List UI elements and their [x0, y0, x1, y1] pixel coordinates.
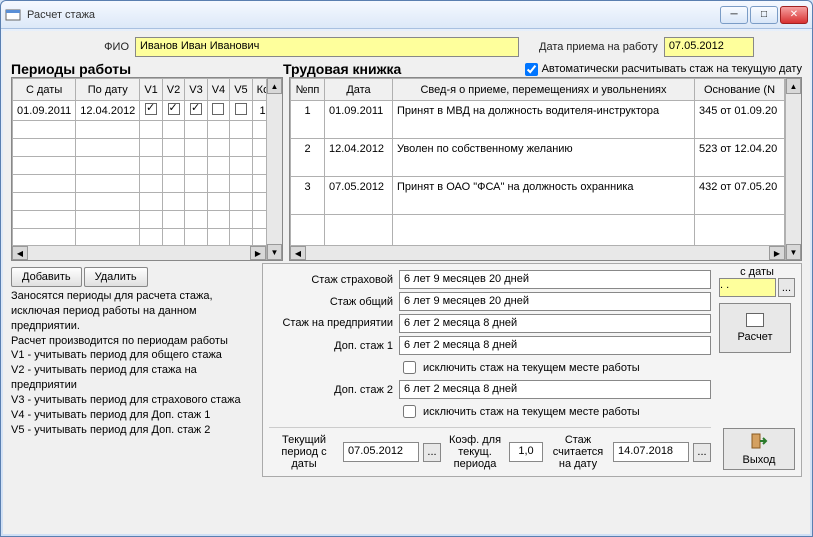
hire-date-label: Дата приема на работу [539, 41, 658, 53]
scroll-down-icon[interactable]: ▼ [786, 244, 801, 260]
current-period-picker[interactable]: ... [423, 443, 441, 462]
add1-label: Доп. стаж 1 [269, 340, 393, 352]
checkbox-icon [145, 103, 157, 115]
company-field[interactable]: 6 лет 2 месяца 8 дней [399, 314, 711, 333]
scrollbar-vertical[interactable]: ▲ ▼ [266, 78, 282, 260]
col-from[interactable]: С даты [13, 79, 76, 101]
sdate-label: с даты [719, 266, 795, 278]
calc-button[interactable]: Расчет [719, 303, 791, 353]
scroll-left-icon[interactable]: ◀ [12, 246, 28, 260]
col-info[interactable]: Свед-я о приеме, перемещениях и увольнен… [393, 79, 695, 101]
help-text: Заносятся периоды для расчета стажа, иск… [11, 289, 256, 437]
add2-label: Доп. стаж 2 [269, 384, 393, 396]
scrollbar-horizontal[interactable]: ◀ ▶ [290, 245, 785, 260]
col-v2[interactable]: V2 [162, 79, 184, 101]
checkbox-icon [168, 103, 180, 115]
col-date[interactable]: Дата [325, 79, 393, 101]
auto-calc-input[interactable] [525, 63, 538, 76]
minimize-button[interactable]: ─ [720, 6, 748, 24]
calc-icon [746, 313, 764, 327]
exclude1-checkbox[interactable]: исключить стаж на текущем месте работы [399, 358, 711, 377]
delete-button[interactable]: Удалить [84, 267, 148, 287]
scroll-left-icon[interactable]: ◀ [290, 246, 306, 260]
maximize-button[interactable]: □ [750, 6, 778, 24]
current-coef-label: Коэф. для текущ. периода [445, 434, 505, 470]
table-row[interactable] [13, 211, 267, 229]
periods-table: С даты По дату V1 V2 V3 V4 V5 Коэф 01.09… [12, 78, 266, 245]
periods-table-wrap: С даты По дату V1 V2 V3 V4 V5 Коэф 01.09… [11, 77, 283, 261]
table-row[interactable] [13, 157, 267, 175]
sdate-picker-button[interactable]: ... [778, 278, 795, 297]
client-area: ФИО Иванов Иван Иванович Дата приема на … [3, 31, 810, 534]
sdate-field[interactable]: . . [719, 278, 776, 297]
scroll-up-icon[interactable]: ▲ [267, 78, 282, 94]
table-row[interactable]: 3 07.05.2012 Принят в ОАО "ФСА" на должн… [291, 177, 785, 215]
calc-on-picker[interactable]: ... [693, 443, 711, 462]
table-row[interactable] [13, 175, 267, 193]
insurance-label: Стаж страховой [269, 274, 393, 286]
close-button[interactable]: ✕ [780, 6, 808, 24]
table-row[interactable] [13, 121, 267, 139]
checkbox-icon [190, 103, 202, 115]
table-row[interactable]: 1 01.09.2011 Принят в МВД на должность в… [291, 101, 785, 139]
fio-field[interactable]: Иванов Иван Иванович [135, 37, 519, 57]
table-row[interactable]: 2 12.04.2012 Уволен по собственному жела… [291, 139, 785, 177]
fio-label: ФИО [11, 41, 129, 53]
scroll-right-icon[interactable]: ▶ [769, 246, 785, 260]
scrollbar-vertical[interactable]: ▲ ▼ [785, 78, 801, 260]
checkbox-icon [235, 103, 247, 115]
workbook-title: Трудовая книжка [283, 61, 401, 77]
checkbox-icon [212, 103, 224, 115]
periods-title: Периоды работы [11, 61, 283, 77]
calc-on-field[interactable]: 14.07.2018 [613, 442, 689, 462]
app-window: Расчет стажа ─ □ ✕ ФИО Иванов Иван Ивано… [0, 0, 813, 537]
add-button[interactable]: Добавить [11, 267, 82, 287]
results-panel: с даты . . ... Расчет Стаж страховой 6 л… [262, 263, 802, 477]
bottom-left-panel: Добавить Удалить Заносятся периоды для р… [11, 263, 256, 477]
workbook-table: №пп Дата Свед-я о приеме, перемещениях и… [290, 78, 785, 245]
workbook-panel: №пп Дата Свед-я о приеме, перемещениях и… [289, 77, 802, 261]
exit-icon [750, 433, 768, 452]
auto-calc-checkbox[interactable]: Автоматически расчитывать стаж на текущу… [525, 63, 802, 76]
col-basis[interactable]: Основание (N [695, 79, 785, 101]
scroll-up-icon[interactable]: ▲ [786, 78, 801, 94]
titlebar: Расчет стажа ─ □ ✕ [1, 1, 812, 29]
auto-calc-label: Автоматически расчитывать стаж на текущу… [542, 63, 802, 75]
app-icon [5, 7, 21, 23]
col-v1[interactable]: V1 [140, 79, 162, 101]
add2-field[interactable]: 6 лет 2 месяца 8 дней [399, 380, 711, 399]
scroll-down-icon[interactable]: ▼ [267, 244, 282, 260]
table-row[interactable]: 01.09.2011 12.04.2012 1,00 [13, 101, 267, 121]
add1-field[interactable]: 6 лет 2 месяца 8 дней [399, 336, 711, 355]
insurance-field[interactable]: 6 лет 9 месяцев 20 дней [399, 270, 711, 289]
total-label: Стаж общий [269, 296, 393, 308]
scrollbar-horizontal[interactable]: ◀ ▶ [12, 245, 266, 260]
periods-panel: С даты По дату V1 V2 V3 V4 V5 Коэф 01.09… [11, 77, 283, 261]
calc-on-label: Стаж считается на дату [547, 434, 609, 470]
col-v3[interactable]: V3 [185, 79, 207, 101]
side-box: с даты . . ... Расчет [719, 266, 795, 353]
col-n[interactable]: №пп [291, 79, 325, 101]
table-row[interactable] [291, 215, 785, 246]
current-coef-field[interactable]: 1,0 [509, 442, 543, 462]
exclude2-checkbox[interactable]: исключить стаж на текущем месте работы [399, 402, 711, 421]
window-title: Расчет стажа [27, 9, 720, 21]
workbook-table-wrap: №пп Дата Свед-я о приеме, перемещениях и… [289, 77, 802, 261]
col-to[interactable]: По дату [76, 79, 140, 101]
total-field[interactable]: 6 лет 9 месяцев 20 дней [399, 292, 711, 311]
scroll-right-icon[interactable]: ▶ [250, 246, 266, 260]
table-row[interactable] [13, 229, 267, 246]
table-row[interactable] [13, 139, 267, 157]
company-label: Стаж на предприятии [269, 317, 393, 329]
col-v4[interactable]: V4 [207, 79, 229, 101]
col-v5[interactable]: V5 [230, 79, 252, 101]
table-row[interactable] [13, 193, 267, 211]
current-period-label: Текущий период с даты [269, 434, 339, 470]
current-period-field[interactable]: 07.05.2012 [343, 442, 419, 462]
exit-button[interactable]: Выход [723, 428, 795, 470]
hire-date-field[interactable]: 07.05.2012 [664, 37, 754, 57]
col-coef[interactable]: Коэф [252, 79, 266, 101]
